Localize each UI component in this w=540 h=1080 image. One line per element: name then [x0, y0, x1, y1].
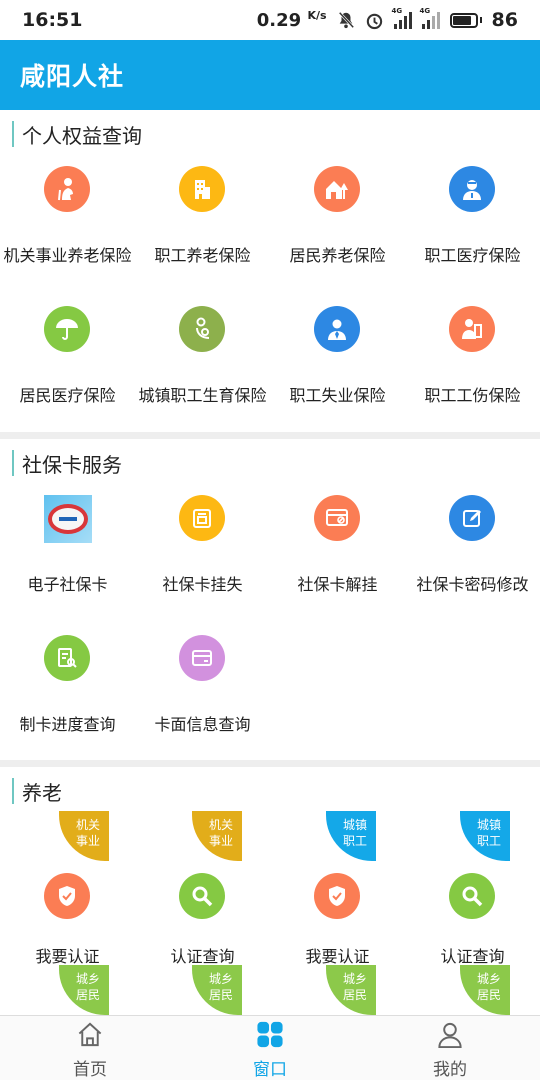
battery-level: 86: [491, 9, 518, 31]
item-government-pension[interactable]: 机关事业养老保险: [0, 166, 135, 286]
edit-password-icon: [449, 495, 495, 541]
nav-home[interactable]: 首页: [0, 1016, 180, 1080]
nav-mine[interactable]: 我的: [360, 1016, 540, 1080]
item-card-report-loss[interactable]: 社保卡挂失: [135, 495, 270, 615]
home-icon: [78, 1022, 102, 1047]
item-employee-pension[interactable]: 职工养老保险: [135, 166, 270, 286]
item-unemployment-insurance[interactable]: 职工失业保险: [270, 306, 405, 426]
battery-icon: [449, 12, 482, 28]
building-icon: [179, 166, 225, 212]
progress-search-icon: [44, 635, 90, 681]
shield-check-icon: [314, 873, 360, 919]
item-resident-pension[interactable]: 居民养老保险: [270, 166, 405, 286]
app-header: 咸阳人社: [0, 40, 540, 110]
category-badge: 城镇 职工: [326, 811, 376, 861]
section-divider: [0, 760, 540, 767]
cellular-signal-1-icon: 4G: [392, 7, 412, 29]
item-card-progress[interactable]: 制卡进度查询: [0, 635, 135, 755]
status-bar: 16:51 0.29 K/s 4G 4G 86: [0, 0, 540, 40]
section-title: 社保卡服务: [12, 450, 122, 477]
section-title: 养老: [12, 778, 62, 805]
card-report-loss-icon: [179, 495, 225, 541]
social-security-card-logo-icon: [44, 495, 92, 543]
item-work-injury-insurance[interactable]: 职工工伤保险: [405, 306, 540, 426]
status-icons: 0.29 K/s 4G 4G 86: [256, 7, 518, 31]
page-title: 咸阳人社: [20, 62, 125, 91]
main-content[interactable]: 个人权益查询 机关事业养老保险 职工养老保险 居民养老保险 职工医疗保险 居民医…: [0, 110, 540, 1015]
network-speed: 0.29 K/s: [256, 9, 327, 31]
item-resident-medical[interactable]: 居民医疗保险: [0, 306, 135, 426]
umbrella-icon: [44, 306, 90, 352]
category-badge: 机关 事业: [192, 811, 242, 861]
category-badge-rural[interactable]: 城乡 居民: [192, 965, 242, 1015]
section-divider: [0, 432, 540, 439]
item-urban-certify[interactable]: 城镇 职工 我要认证: [270, 811, 405, 966]
category-badge-rural[interactable]: 城乡 居民: [326, 965, 376, 1015]
nav-window[interactable]: 窗口: [180, 1016, 360, 1080]
elderly-person-icon: [44, 166, 90, 212]
alarm-icon: [366, 13, 382, 29]
magnifier-icon: [449, 873, 495, 919]
section-card-services: 社保卡服务 电子社保卡 社保卡挂失 社保卡解挂 社保卡密码修改 制卡进度查询 卡…: [0, 439, 540, 760]
worker-icon: [314, 306, 360, 352]
magnifier-icon: [179, 873, 225, 919]
category-badge: 机关 事业: [59, 811, 109, 861]
status-time: 16:51: [22, 9, 83, 31]
shield-check-icon: [44, 873, 90, 919]
cellular-signal-2-icon: 4G: [420, 7, 440, 29]
item-card-unlock[interactable]: 社保卡解挂: [270, 495, 405, 615]
item-government-certify-query[interactable]: 机关 事业 认证查询: [135, 811, 270, 966]
card-unlock-icon: [314, 495, 360, 541]
section-personal-rights: 个人权益查询 机关事业养老保险 职工养老保险 居民养老保险 职工医疗保险 居民医…: [0, 110, 540, 432]
grid-window-icon: [257, 1021, 283, 1048]
doctor-icon: [449, 166, 495, 212]
item-maternity-insurance[interactable]: 城镇职工生育保险: [135, 306, 270, 426]
house-tree-icon: [314, 166, 360, 212]
category-badge: 城镇 职工: [460, 811, 510, 861]
item-employee-medical[interactable]: 职工医疗保险: [405, 166, 540, 286]
card-info-icon: [179, 635, 225, 681]
section-pension: 养老 机关 事业 我要认证 机关 事业 认证查询 城镇 职工 我要认证 城镇 职工: [0, 767, 540, 1015]
item-urban-certify-query[interactable]: 城镇 职工 认证查询: [405, 811, 540, 966]
item-card-password-change[interactable]: 社保卡密码修改: [405, 495, 540, 615]
category-badge-rural[interactable]: 城乡 居民: [460, 965, 510, 1015]
section-title: 个人权益查询: [12, 121, 142, 148]
category-badge-rural[interactable]: 城乡 居民: [59, 965, 109, 1015]
bottom-navigation: 首页 窗口 我的: [0, 1015, 540, 1080]
notifications-muted-icon: [338, 11, 354, 29]
item-card-info[interactable]: 卡面信息查询: [135, 635, 270, 755]
injured-worker-icon: [449, 306, 495, 352]
item-government-certify[interactable]: 机关 事业 我要认证: [0, 811, 135, 966]
user-profile-icon: [438, 1022, 462, 1049]
mother-baby-icon: [179, 306, 225, 352]
item-electronic-card[interactable]: 电子社保卡: [0, 495, 135, 615]
